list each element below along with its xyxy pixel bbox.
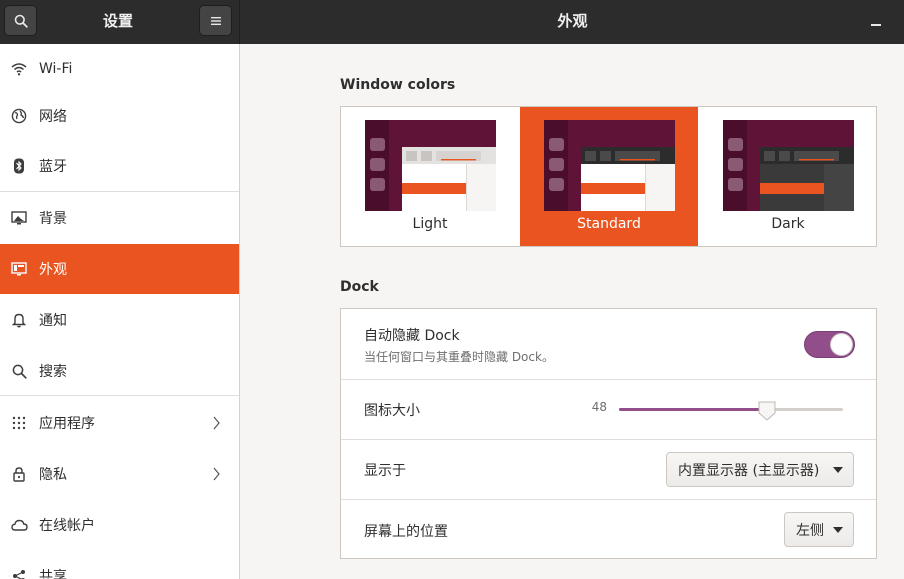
sidebar-item-wifi[interactable]: Wi-Fi: [0, 44, 239, 94]
sidebar-item-label: 搜索: [39, 364, 67, 380]
appearance-icon: [10, 260, 28, 278]
sidebar-item-label: 蓝牙: [39, 159, 67, 175]
sidebar-header: 设置: [0, 0, 240, 44]
sidebar-item-appearance[interactable]: 外观: [0, 244, 239, 294]
slider-fill: [619, 408, 767, 411]
sidebar-item-label: 应用程序: [39, 416, 95, 432]
chevron-right-icon: [213, 416, 220, 430]
lock-icon: [10, 465, 28, 483]
share-icon: [10, 567, 28, 579]
settings-title: 设置: [102, 12, 133, 30]
sidebar-item-sharing[interactable]: 共享: [0, 551, 239, 579]
position-dropdown[interactable]: 左侧: [784, 512, 854, 547]
sidebar-item-notifications[interactable]: 通知: [0, 295, 239, 345]
window-colors-heading: Window colors: [340, 77, 456, 93]
bell-icon: [10, 311, 28, 329]
color-option-label: Light: [412, 216, 448, 232]
sidebar-item-background[interactable]: 背景: [0, 193, 239, 243]
color-option-light[interactable]: Light: [341, 107, 519, 246]
search-icon: [10, 362, 28, 380]
sidebar-item-label: 背景: [39, 211, 67, 227]
minimize-button[interactable]: [866, 14, 886, 30]
cloud-icon: [10, 516, 28, 534]
apps-grid-icon: [10, 414, 28, 432]
sidebar-item-bluetooth[interactable]: 蓝牙: [0, 141, 239, 191]
dropdown-value: 左侧: [796, 522, 824, 539]
color-option-label: Standard: [577, 216, 641, 232]
show-on-row: 显示于 内置显示器 (主显示器): [341, 440, 876, 500]
chevron-right-icon: [213, 467, 220, 481]
network-icon: [10, 107, 28, 125]
sidebar-item-label: Wi-Fi: [39, 61, 73, 77]
bluetooth-icon: [10, 157, 28, 175]
dropdown-arrow-icon: [833, 527, 843, 533]
autohide-dock-row: 自动隐藏 Dock 当任何窗口与其重叠时隐藏 Dock。: [341, 309, 876, 380]
sidebar-separator: [0, 395, 239, 396]
window-colors-selector: Light Standard Dark: [340, 106, 877, 247]
icon-size-row: 图标大小 48: [341, 380, 876, 440]
icon-size-value: 48: [591, 400, 607, 414]
search-icon: [14, 14, 28, 28]
dropdown-arrow-icon: [833, 467, 843, 473]
slider-handle[interactable]: [757, 400, 777, 422]
color-option-standard[interactable]: Standard: [520, 107, 698, 246]
show-on-dropdown[interactable]: 内置显示器 (主显示器): [666, 452, 854, 487]
dropdown-value: 内置显示器 (主显示器): [678, 462, 820, 479]
icon-size-label: 图标大小: [364, 403, 420, 419]
sidebar-item-label: 隐私: [39, 467, 67, 483]
dock-heading: Dock: [340, 279, 379, 295]
sidebar-item-search[interactable]: 搜索: [0, 346, 239, 396]
position-row: 屏幕上的位置 左侧: [341, 500, 876, 559]
search-button[interactable]: [4, 5, 37, 36]
autohide-dock-switch[interactable]: [804, 331, 855, 358]
hamburger-menu-icon: [210, 16, 221, 25]
autohide-dock-label: 自动隐藏 Dock: [364, 328, 460, 344]
light-theme-preview: [365, 120, 496, 211]
sidebar: Wi-Fi 网络 蓝牙 背景 外观 通知 搜索 应用程序 隐私 在线帐户 共享: [0, 44, 240, 579]
sidebar-item-network[interactable]: 网络: [0, 91, 239, 141]
icon-size-slider[interactable]: [619, 408, 843, 411]
position-label: 屏幕上的位置: [364, 524, 448, 540]
show-on-label: 显示于: [364, 463, 406, 479]
color-option-label: Dark: [771, 216, 805, 232]
appearance-panel: Window colors Light Standard Dark Dock 自…: [241, 44, 904, 579]
page-title: 外观: [557, 12, 588, 30]
background-icon: [10, 209, 28, 227]
sidebar-item-label: 共享: [39, 569, 67, 579]
sidebar-item-label: 在线帐户: [39, 518, 95, 534]
sidebar-item-privacy[interactable]: 隐私: [0, 449, 239, 499]
sidebar-item-label: 外观: [39, 262, 67, 278]
sidebar-separator: [0, 191, 239, 192]
sidebar-item-label: 网络: [39, 109, 67, 125]
autohide-dock-description: 当任何窗口与其重叠时隐藏 Dock。: [364, 350, 554, 364]
color-option-dark[interactable]: Dark: [699, 107, 877, 246]
dock-settings-list: 自动隐藏 Dock 当任何窗口与其重叠时隐藏 Dock。 图标大小 48 显示于…: [340, 308, 877, 559]
header-bar: 设置 外观: [0, 0, 904, 44]
sidebar-item-online-accounts[interactable]: 在线帐户: [0, 500, 239, 550]
switch-knob: [830, 333, 853, 356]
sidebar-item-label: 通知: [39, 313, 67, 329]
menu-button[interactable]: [199, 5, 232, 36]
dark-theme-preview: [723, 120, 854, 211]
sidebar-item-applications[interactable]: 应用程序: [0, 398, 239, 448]
standard-theme-preview: [544, 120, 675, 211]
minimize-icon: [871, 24, 881, 26]
wifi-icon: [10, 60, 28, 78]
